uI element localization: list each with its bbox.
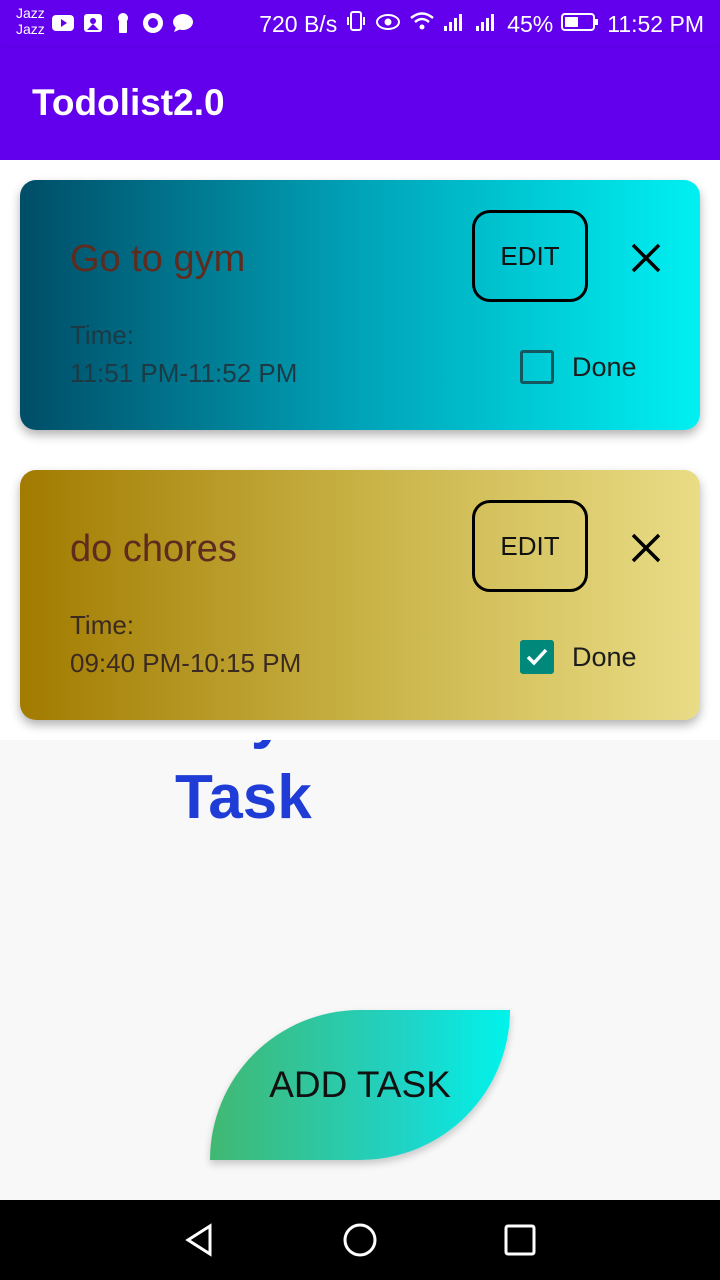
home-icon[interactable] bbox=[340, 1220, 380, 1260]
signal-icon-2 bbox=[475, 10, 499, 38]
done-label: Done bbox=[572, 641, 637, 672]
done-label: Done bbox=[572, 351, 637, 382]
edit-button[interactable]: EDIT bbox=[472, 210, 588, 302]
delete-icon[interactable] bbox=[628, 530, 664, 566]
eye-icon bbox=[375, 11, 401, 38]
done-toggle[interactable]: Done bbox=[520, 640, 637, 674]
net-speed: 720 B/s bbox=[259, 10, 338, 37]
task-card[interactable]: do chores Time: 09:40 PM-10:15 PM EDIT D… bbox=[20, 470, 700, 720]
wifi-icon bbox=[409, 10, 435, 38]
nav-bar bbox=[0, 1200, 720, 1280]
app-bar: Todolist2.0 bbox=[0, 48, 720, 160]
task-title: Go to gym bbox=[70, 238, 246, 280]
carrier-label: Jazz Jazz bbox=[16, 5, 45, 37]
time-label: Time: bbox=[70, 320, 135, 350]
photo-app-icon bbox=[82, 12, 104, 34]
done-checkbox[interactable] bbox=[520, 350, 554, 384]
app-title: Todolist2.0 bbox=[32, 82, 225, 123]
carrier-top: Jazz bbox=[16, 5, 45, 21]
signal-icon-1 bbox=[443, 10, 467, 38]
edit-button[interactable]: EDIT bbox=[472, 500, 588, 592]
time-label: Time: bbox=[70, 610, 135, 640]
add-task-button[interactable]: ADD TASK bbox=[210, 1010, 510, 1160]
time-range: 09:40 PM-10:15 PM bbox=[70, 648, 302, 678]
youtube-icon bbox=[52, 12, 74, 34]
chat-icon bbox=[172, 12, 194, 34]
done-checkbox[interactable] bbox=[520, 640, 554, 674]
add-task-label: ADD TASK bbox=[269, 1064, 451, 1105]
back-icon[interactable] bbox=[180, 1220, 220, 1260]
battery-icon bbox=[561, 11, 599, 38]
battery-percent: 45% bbox=[507, 10, 554, 37]
badge-icon bbox=[142, 12, 164, 34]
status-right: 720 B/s 45% 11:52 PM bbox=[259, 10, 704, 38]
done-toggle[interactable]: Done bbox=[520, 350, 637, 384]
clock: 11:52 PM bbox=[607, 10, 704, 37]
notification-icons bbox=[52, 12, 194, 34]
task-title: do chores bbox=[70, 528, 237, 570]
task-card[interactable]: Go to gym Time: 11:51 PM-11:52 PM EDIT D… bbox=[20, 180, 700, 430]
time-range: 11:51 PM-11:52 PM bbox=[70, 358, 298, 388]
delete-icon[interactable] bbox=[628, 240, 664, 276]
hint-line-2: Task bbox=[175, 763, 312, 832]
carrier-bottom: Jazz bbox=[16, 21, 45, 37]
vibrate-icon bbox=[345, 10, 367, 38]
recents-icon[interactable] bbox=[500, 1220, 540, 1260]
check-icon bbox=[526, 648, 548, 666]
keyhole-icon bbox=[112, 12, 134, 34]
status-bar: Jazz Jazz 720 B/s 45% 11:52 PM bbox=[0, 0, 720, 48]
